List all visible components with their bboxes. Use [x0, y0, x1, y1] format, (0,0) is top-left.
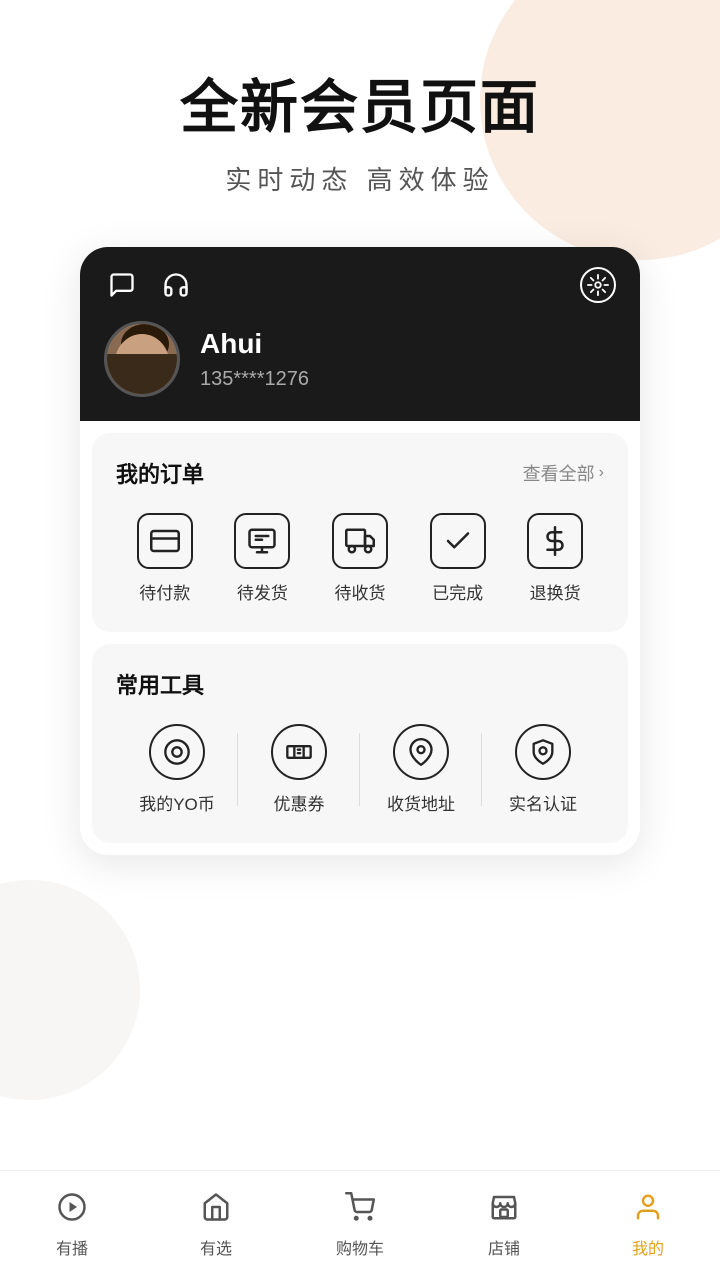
order-return[interactable]: 退换货 [506, 513, 604, 604]
pending-payment-label: 待付款 [139, 579, 190, 604]
address-label: 收货地址 [387, 790, 455, 815]
page-content: 全新会员页面 实时动态 高效体验 [0, 0, 720, 935]
return-icon [527, 513, 583, 569]
pending-receive-icon [332, 513, 388, 569]
order-pending-payment[interactable]: 待付款 [116, 513, 214, 604]
coupon-icon [271, 724, 327, 780]
profile-text: Ahui 135****1276 [200, 328, 309, 391]
tool-coupon[interactable]: 优惠券 [238, 724, 360, 815]
nav-item-store[interactable]: 店铺 [432, 1192, 576, 1259]
scan-icon[interactable] [580, 267, 616, 303]
nav-label-mine: 我的 [632, 1235, 664, 1259]
tools-title: 常用工具 [116, 668, 204, 700]
nav-label-select: 有选 [200, 1235, 232, 1259]
user-icon [633, 1192, 663, 1229]
nav-item-broadcast[interactable]: 有播 [0, 1192, 144, 1259]
verify-icon [515, 724, 571, 780]
tool-yo-coin[interactable]: 我的YO币 [116, 724, 238, 815]
chevron-right-icon: › [599, 464, 604, 482]
chat-icon[interactable] [104, 267, 140, 303]
coupon-label: 优惠券 [274, 790, 325, 815]
address-icon [393, 724, 449, 780]
avatar-image [107, 324, 177, 394]
tools-icon-row: 我的YO币 优惠券 [116, 724, 604, 815]
nav-item-mine[interactable]: 我的 [576, 1192, 720, 1259]
broadcast-icon [57, 1192, 87, 1229]
tool-address[interactable]: 收货地址 [360, 724, 482, 815]
profile-name: Ahui [200, 328, 309, 360]
profile-info: Ahui 135****1276 [104, 321, 616, 397]
nav-item-cart[interactable]: 购物车 [288, 1192, 432, 1259]
avatar[interactable] [104, 321, 180, 397]
hero-title: 全新会员页面 [180, 60, 540, 144]
tool-verify[interactable]: 实名认证 [482, 724, 604, 815]
orders-icon-row: 待付款 待发货 [116, 513, 604, 604]
order-pending-receive[interactable]: 待收货 [311, 513, 409, 604]
home-icon [201, 1192, 231, 1229]
pending-ship-label: 待发货 [237, 579, 288, 604]
nav-label-broadcast: 有播 [56, 1235, 88, 1259]
cart-icon [345, 1192, 375, 1229]
return-label: 退换货 [530, 579, 581, 604]
completed-icon [430, 513, 486, 569]
pending-receive-label: 待收货 [334, 579, 385, 604]
profile-header-top [104, 267, 616, 303]
order-completed[interactable]: 已完成 [409, 513, 507, 604]
tools-section: 常用工具 我的YO币 [92, 644, 628, 843]
store-icon [489, 1192, 519, 1229]
bottom-nav: 有播 有选 购物车 店铺 [0, 1170, 720, 1280]
headset-icon[interactable] [158, 267, 194, 303]
profile-header: Ahui 135****1276 [80, 247, 640, 421]
completed-label: 已完成 [432, 579, 483, 604]
tools-section-header: 常用工具 [116, 668, 604, 700]
orders-section-header: 我的订单 查看全部 › [116, 457, 604, 489]
orders-title: 我的订单 [116, 457, 204, 489]
nav-label-store: 店铺 [488, 1235, 520, 1259]
profile-phone: 135****1276 [200, 368, 309, 391]
pending-payment-icon [137, 513, 193, 569]
nav-item-select[interactable]: 有选 [144, 1192, 288, 1259]
order-pending-ship[interactable]: 待发货 [214, 513, 312, 604]
header-icons-left [104, 267, 194, 303]
pending-ship-icon [234, 513, 290, 569]
verify-label: 实名认证 [509, 790, 577, 815]
view-all-link[interactable]: 查看全部 › [523, 460, 604, 486]
phone-mockup: Ahui 135****1276 我的订单 查看全部 › [80, 247, 640, 855]
yo-coin-label: 我的YO币 [139, 790, 215, 815]
orders-section: 我的订单 查看全部 › 待付款 [92, 433, 628, 632]
yo-coin-icon [149, 724, 205, 780]
hero-subtitle: 实时动态 高效体验 [225, 160, 494, 197]
nav-label-cart: 购物车 [336, 1235, 384, 1259]
